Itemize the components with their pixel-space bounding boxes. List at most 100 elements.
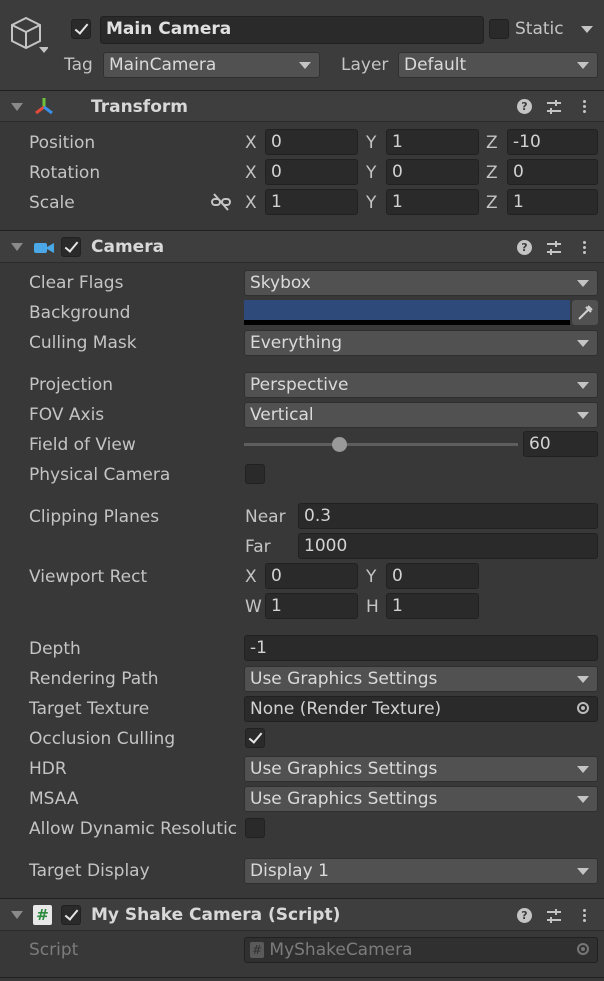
static-dropdown-arrow[interactable] <box>581 26 593 33</box>
viewport-y-label[interactable]: Y <box>366 566 376 588</box>
object-picker-icon <box>577 943 589 955</box>
rotation-y-axis[interactable]: Y <box>366 162 376 184</box>
scale-label: Scale <box>29 193 75 213</box>
rendering-path-dropdown[interactable]: Use Graphics Settings <box>244 666 598 692</box>
hdr-dropdown[interactable]: Use Graphics Settings <box>244 756 598 782</box>
script-header[interactable]: # My Shake Camera (Script) ? <box>0 898 604 931</box>
camera-enabled-checkbox[interactable] <box>61 237 81 257</box>
physical-camera-checkbox[interactable] <box>245 464 265 484</box>
position-z-axis[interactable]: Z <box>486 132 498 154</box>
rotation-z-field[interactable]: 0 <box>507 159 598 185</box>
preset-settings-icon[interactable] <box>546 240 562 256</box>
position-y-field[interactable]: 1 <box>386 129 479 155</box>
viewport-x-field[interactable]: 0 <box>265 563 358 589</box>
active-checkbox[interactable] <box>71 19 91 39</box>
chevron-down-icon <box>577 766 589 773</box>
fov-slider-track[interactable] <box>244 443 518 446</box>
chevron-down-icon <box>577 676 589 683</box>
occlusion-culling-checkbox[interactable] <box>245 728 265 748</box>
transform-icon <box>33 96 55 118</box>
scale-y-field[interactable]: 1 <box>386 189 479 215</box>
depth-field[interactable]: -1 <box>244 635 598 661</box>
rotation-x-field[interactable]: 0 <box>265 159 358 185</box>
near-field[interactable]: 0.3 <box>298 503 598 529</box>
chevron-down-icon <box>577 868 589 875</box>
scale-x-field[interactable]: 1 <box>265 189 358 215</box>
clear-flags-dropdown[interactable]: Skybox <box>244 270 598 296</box>
position-z-field[interactable]: -10 <box>507 129 598 155</box>
preset-settings-icon[interactable] <box>546 99 562 115</box>
far-label[interactable]: Far <box>245 536 271 558</box>
culling-mask-dropdown[interactable]: Everything <box>244 330 598 356</box>
viewport-h-label[interactable]: H <box>366 596 379 618</box>
cube-icon[interactable] <box>8 14 49 56</box>
layer-dropdown[interactable]: Default <box>398 52 598 78</box>
tag-dropdown[interactable]: MainCamera <box>103 52 320 78</box>
camera-icon <box>33 240 55 256</box>
camera-header[interactable]: Camera ? <box>0 230 604 263</box>
projection-dropdown[interactable]: Perspective <box>244 372 598 398</box>
context-menu-icon[interactable] <box>583 239 586 256</box>
layer-value: Default <box>404 55 467 75</box>
clear-flags-label: Clear Flags <box>29 273 124 293</box>
eyedropper-icon[interactable] <box>572 300 598 325</box>
help-icon[interactable]: ? <box>517 99 532 114</box>
viewport-w-label[interactable]: W <box>245 596 262 618</box>
rotation-z-axis[interactable]: Z <box>486 162 498 184</box>
help-icon[interactable]: ? <box>517 240 532 255</box>
target-display-label: Target Display <box>29 861 150 881</box>
foldout-arrow-icon[interactable] <box>11 243 23 251</box>
near-label[interactable]: Near <box>245 506 286 528</box>
target-display-dropdown[interactable]: Display 1 <box>244 858 598 884</box>
script-enabled-checkbox[interactable] <box>61 905 81 925</box>
context-menu-icon[interactable] <box>583 98 586 115</box>
physical-camera-label: Physical Camera <box>29 465 171 485</box>
script-reference-value: MyShakeCamera <box>269 940 413 960</box>
context-menu-icon[interactable] <box>583 907 586 924</box>
scale-y-axis[interactable]: Y <box>366 192 376 214</box>
far-field[interactable]: 1000 <box>298 533 598 559</box>
bottom-divider <box>0 977 604 978</box>
static-checkbox[interactable] <box>489 19 509 39</box>
tag-value: MainCamera <box>109 55 217 75</box>
viewport-y-field[interactable]: 0 <box>386 563 479 589</box>
culling-mask-label: Culling Mask <box>29 333 137 353</box>
occlusion-culling-label: Occlusion Culling <box>29 729 176 749</box>
viewport-w-field[interactable]: 1 <box>265 593 358 619</box>
foldout-arrow-icon[interactable] <box>11 911 23 919</box>
rotation-label: Rotation <box>29 163 101 183</box>
object-picker-icon[interactable] <box>577 702 589 714</box>
field-of-view-field[interactable]: 60 <box>523 431 598 457</box>
transform-header[interactable]: Transform ? <box>0 90 604 122</box>
projection-label: Projection <box>29 375 114 395</box>
viewport-x-label[interactable]: X <box>245 566 257 588</box>
foldout-arrow-icon[interactable] <box>11 103 23 111</box>
fov-axis-dropdown[interactable]: Vertical <box>244 402 598 428</box>
background-label: Background <box>29 303 131 323</box>
culling-mask-value: Everything <box>250 333 343 353</box>
chevron-down-icon <box>299 62 311 69</box>
position-y-axis[interactable]: Y <box>366 132 376 154</box>
msaa-dropdown[interactable]: Use Graphics Settings <box>244 786 598 812</box>
projection-value: Perspective <box>250 375 349 395</box>
position-x-field[interactable]: 0 <box>265 129 358 155</box>
scale-z-field[interactable]: 1 <box>507 189 598 215</box>
msaa-label: MSAA <box>29 789 79 809</box>
target-display-value: Display 1 <box>250 861 329 881</box>
target-texture-field[interactable]: None (Render Texture) <box>244 696 598 722</box>
rotation-y-field[interactable]: 0 <box>386 159 479 185</box>
viewport-h-field[interactable]: 1 <box>386 593 479 619</box>
help-icon[interactable]: ? <box>517 908 532 923</box>
fov-slider-thumb[interactable] <box>332 437 348 452</box>
layer-label: Layer <box>341 55 389 75</box>
object-name-field[interactable]: Main Camera <box>100 16 484 44</box>
background-color-field[interactable] <box>244 300 570 325</box>
position-x-axis[interactable]: X <box>245 132 257 154</box>
scale-x-axis[interactable]: X <box>245 192 257 214</box>
constrain-proportions-icon[interactable] <box>211 193 231 211</box>
dynamic-resolution-checkbox[interactable] <box>245 818 265 838</box>
scale-z-axis[interactable]: Z <box>486 192 498 214</box>
target-texture-value: None (Render Texture) <box>250 699 442 719</box>
rotation-x-axis[interactable]: X <box>245 162 257 184</box>
preset-settings-icon[interactable] <box>546 908 562 924</box>
